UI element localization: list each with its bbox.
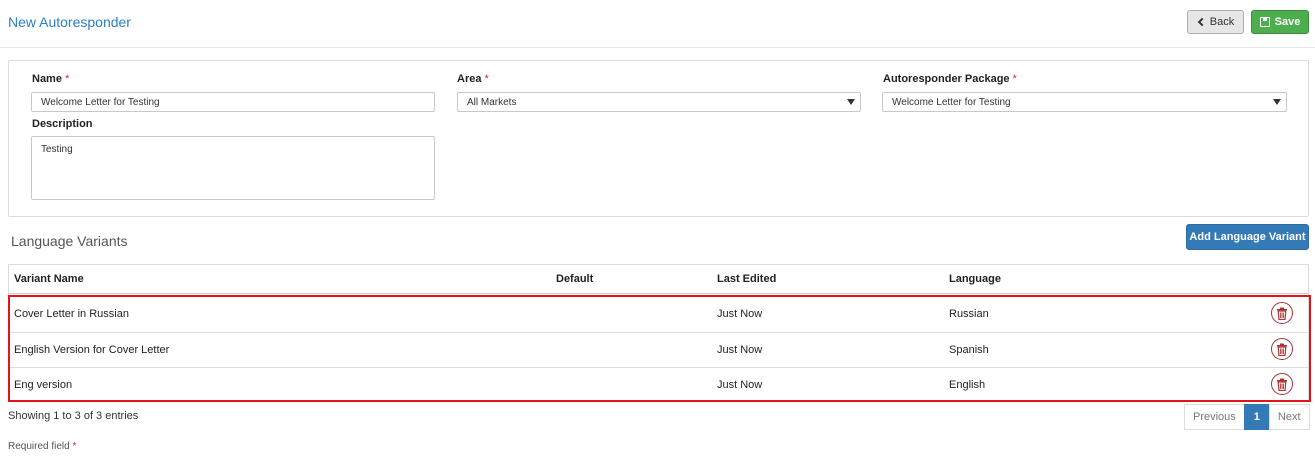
area-label-text: Area bbox=[457, 73, 482, 85]
package-select[interactable]: Welcome Letter for Testing bbox=[882, 92, 1287, 112]
trash-icon bbox=[1277, 343, 1287, 356]
last-edited-cell: Just Now bbox=[717, 308, 763, 320]
floppy-disk-icon bbox=[1259, 17, 1270, 27]
name-input-value: Welcome Letter for Testing bbox=[41, 96, 160, 108]
language-variants-table: Variant Name Default Last Edited Languag… bbox=[8, 264, 1311, 402]
delete-variant-button[interactable] bbox=[1271, 338, 1293, 360]
next-page-button[interactable]: Next bbox=[1268, 404, 1310, 430]
package-label-text: Autoresponder Package bbox=[883, 73, 1010, 85]
chevron-left-icon bbox=[1197, 17, 1207, 27]
trash-icon bbox=[1277, 378, 1287, 391]
required-marker: * bbox=[64, 73, 70, 85]
trash-icon bbox=[1277, 307, 1287, 320]
highlighted-rows: Cover Letter in Russian Just Now Russian… bbox=[8, 295, 1311, 402]
back-button[interactable]: Back bbox=[1187, 10, 1244, 34]
previous-page-button[interactable]: Previous bbox=[1184, 404, 1245, 430]
column-header-variant-name[interactable]: Variant Name bbox=[14, 273, 84, 285]
variant-name-cell: Cover Letter in Russian bbox=[14, 308, 129, 320]
showing-entries-text: Showing 1 to 3 of 3 entries bbox=[8, 410, 139, 422]
caret-down-icon bbox=[1273, 99, 1281, 105]
package-select-value: Welcome Letter for Testing bbox=[892, 96, 1011, 108]
table-row[interactable]: English Version for Cover Letter Just No… bbox=[10, 332, 1309, 366]
back-button-label: Back bbox=[1209, 16, 1235, 28]
language-cell: Russian bbox=[949, 308, 989, 320]
name-label-text: Name bbox=[32, 73, 62, 85]
add-language-variant-button[interactable]: Add Language Variant bbox=[1186, 224, 1309, 250]
pagination: Previous 1 Next bbox=[1184, 404, 1310, 430]
table-header: Variant Name Default Last Edited Languag… bbox=[9, 265, 1308, 294]
required-marker: * bbox=[484, 73, 489, 85]
area-label: Area * bbox=[457, 73, 489, 85]
required-marker: * bbox=[1012, 73, 1017, 85]
save-button-label: Save bbox=[1274, 16, 1301, 28]
required-marker: * bbox=[72, 441, 77, 452]
table-row[interactable]: Eng version Just Now English bbox=[10, 367, 1309, 401]
required-note-text: Required field bbox=[8, 441, 70, 452]
language-cell: Spanish bbox=[949, 344, 989, 356]
page-title: New Autoresponder bbox=[8, 14, 131, 30]
name-input[interactable]: Welcome Letter for Testing bbox=[31, 92, 435, 112]
description-label: Description bbox=[32, 118, 93, 130]
page-header: New Autoresponder Back Save bbox=[0, 0, 1315, 48]
column-header-default[interactable]: Default bbox=[556, 273, 593, 285]
delete-variant-button[interactable] bbox=[1271, 373, 1293, 395]
caret-down-icon bbox=[847, 99, 855, 105]
name-label: Name * bbox=[32, 73, 69, 85]
package-label: Autoresponder Package * bbox=[883, 73, 1017, 85]
description-textarea[interactable]: Testing bbox=[31, 136, 435, 200]
column-header-language[interactable]: Language bbox=[949, 273, 1001, 285]
table-row[interactable]: Cover Letter in Russian Just Now Russian bbox=[10, 297, 1309, 331]
last-edited-cell: Just Now bbox=[717, 379, 763, 391]
variant-name-cell: Eng version bbox=[14, 379, 73, 391]
language-cell: English bbox=[949, 379, 986, 391]
required-field-note: Required field * bbox=[8, 441, 76, 452]
last-edited-cell: Just Now bbox=[717, 344, 763, 356]
language-variants-title: Language Variants bbox=[11, 233, 128, 249]
save-button[interactable]: Save bbox=[1251, 10, 1309, 34]
area-select-value: All Markets bbox=[467, 96, 517, 108]
column-header-last-edited[interactable]: Last Edited bbox=[717, 273, 776, 285]
area-select[interactable]: All Markets bbox=[457, 92, 861, 112]
page-1-button[interactable]: 1 bbox=[1243, 404, 1270, 430]
variant-name-cell: English Version for Cover Letter bbox=[14, 344, 170, 356]
autoresponder-form: Name * Welcome Letter for Testing Area * A… bbox=[8, 60, 1309, 217]
delete-variant-button[interactable] bbox=[1271, 302, 1293, 324]
description-value: Testing bbox=[41, 144, 73, 155]
